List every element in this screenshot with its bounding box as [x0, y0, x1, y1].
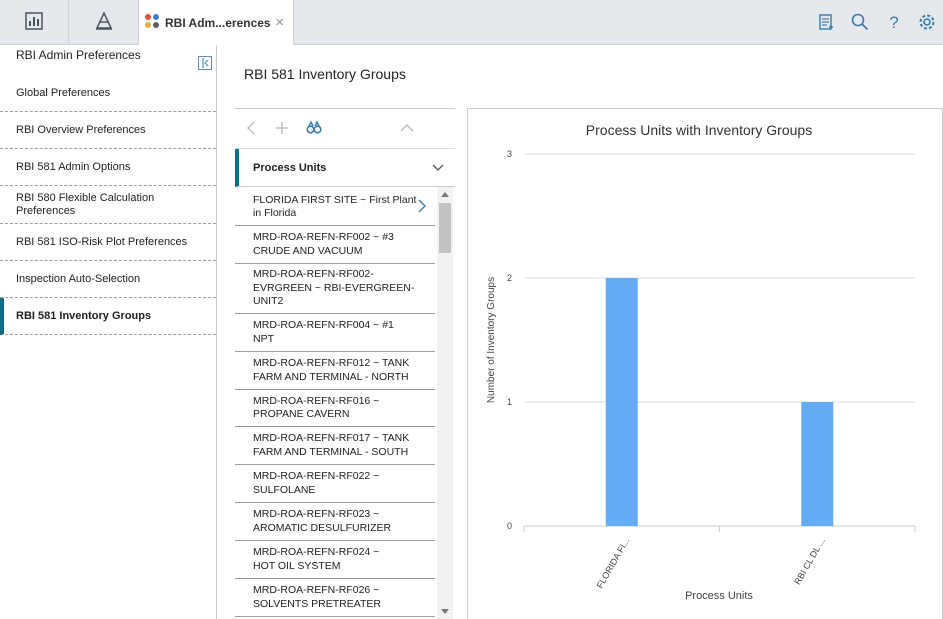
- bar-chart: Process Units with Inventory Groups 0 1 2 3 F…: [486, 122, 916, 602]
- dashboard-icon: [25, 12, 43, 33]
- top-bar: RBI Adm...erences × ?: [0, 0, 943, 45]
- x-tick-label: FLORIDA FI...: [595, 536, 632, 590]
- list-item-label: MRD-ROA-REFN-RF024 ~ HOT OIL SYSTEM: [253, 546, 380, 572]
- list-item-label: FLORIDA FIRST SITE ~ First Plant in Flor…: [253, 193, 417, 220]
- back-icon[interactable]: [245, 120, 257, 139]
- list-item[interactable]: MRD-ROA-REFN-RF024 ~ HOT OIL SYSTEM: [235, 541, 435, 579]
- y-tick-label: 3: [507, 149, 512, 159]
- nav-header-title: RBI Admin Preferences: [16, 48, 141, 62]
- process-units-header[interactable]: Process Units: [235, 149, 455, 187]
- collapse-icon[interactable]: [198, 56, 212, 70]
- list-item[interactable]: MRD-ROA-REFN-RF026 ~ SOLVENTS PRETREATER: [235, 579, 435, 617]
- list-item-label: MRD-ROA-REFN-RF002 ~ #3 CRUDE AND VACUUM: [253, 231, 394, 257]
- list-item-label: MRD-ROA-REFN-RF023 ~ AROMATIC DESULFURIZ…: [253, 508, 392, 534]
- help-icon[interactable]: ?: [884, 12, 904, 32]
- page-title: RBI 581 Inventory Groups: [244, 66, 406, 82]
- list-item-label: MRD-ROA-REFN-RF002-EVRGREEN ~ RBI-EVERGR…: [253, 268, 415, 308]
- chart-panel: Process Units with Inventory Groups 0 1 2 3 F…: [467, 108, 943, 619]
- nav-item-label: RBI 581 Admin Options: [16, 160, 131, 173]
- svg-text:?: ?: [889, 13, 898, 31]
- list-item[interactable]: MRD-ROA-REFN-RF016 ~ PROPANE CAVERN: [235, 390, 435, 427]
- bar: [605, 278, 638, 526]
- y-tick-label: 0: [507, 521, 512, 531]
- scroll-thumb[interactable]: [439, 203, 451, 253]
- list-item-label: MRD-ROA-REFN-RF026 ~ SOLVENTS PRETREATER: [253, 584, 381, 610]
- y-tick-label: 1: [507, 397, 512, 407]
- chevron-down-icon[interactable]: [431, 161, 445, 178]
- close-icon[interactable]: ×: [275, 14, 284, 31]
- app-tab-icon: [144, 13, 160, 32]
- list-item[interactable]: MRD-ROA-REFN-RF023 ~ AROMATIC DESULFURIZ…: [235, 503, 435, 541]
- list-item[interactable]: MRD-ROA-REFN-RF012 ~ TANK FARM AND TERMI…: [235, 352, 435, 390]
- bar: [801, 402, 834, 526]
- nav-header: RBI Admin Preferences: [0, 45, 216, 75]
- list-item-label: MRD-ROA-REFN-RF004 ~ #1 NPT: [253, 319, 394, 345]
- nav-item-label: Global Preferences: [16, 86, 111, 99]
- left-nav: RBI Admin Preferences Global Preferences…: [0, 45, 217, 619]
- list-header-label: Process Units: [253, 161, 327, 174]
- nav-item-global-preferences[interactable]: Global Preferences: [0, 75, 216, 112]
- nav-item-label: RBI 580 Flexible Calculation Preferences: [16, 191, 155, 217]
- nav-item-label: RBI 581 Inventory Groups: [16, 309, 152, 322]
- y-tick-label: 2: [507, 273, 512, 283]
- hierarchy-button[interactable]: [69, 0, 139, 45]
- chevron-right-icon[interactable]: [417, 198, 427, 219]
- nav-item-rbi-overview-preferences[interactable]: RBI Overview Preferences: [0, 112, 216, 149]
- list-item[interactable]: MRD-ROA-REFN-RF002 ~ #3 CRUDE AND VACUUM: [235, 226, 435, 264]
- list-item-label: MRD-ROA-REFN-RF012 ~ TANK FARM AND TERMI…: [253, 357, 410, 383]
- chevron-up-icon[interactable]: [399, 120, 415, 139]
- panel-gap: [455, 108, 467, 619]
- list-item-label: MRD-ROA-REFN-RF016 ~ PROPANE CAVERN: [253, 394, 380, 421]
- list-item-label: MRD-ROA-REFN-RF017 ~ TANK FARM AND TERMI…: [253, 432, 410, 458]
- list-item[interactable]: MRD-ROA-REFN-RF022 ~ SULFOLANE: [235, 465, 435, 503]
- nav-item-rbi-580-flexible-calculation[interactable]: RBI 580 Flexible Calculation Preferences: [0, 186, 216, 224]
- nav-item-label: RBI 581 ISO-Risk Plot Preferences: [16, 235, 188, 248]
- list-toolbar: [235, 109, 455, 149]
- y-axis-label: Number of Inventory Groups: [486, 277, 497, 403]
- binoculars-icon[interactable]: [306, 120, 322, 139]
- x-axis-label: Process Units: [685, 590, 753, 602]
- tab-rbi-admin-preferences[interactable]: RBI Adm...erences ×: [139, 0, 294, 45]
- nav-item-rbi-581-iso-risk-plot[interactable]: RBI 581 ISO-Risk Plot Preferences: [0, 224, 216, 261]
- notes-icon[interactable]: [816, 12, 836, 32]
- list-item-label: MRD-ROA-REFN-RF022 ~ SULFOLANE: [253, 470, 380, 496]
- add-icon[interactable]: [275, 120, 289, 139]
- nav-item-rbi-581-admin-options[interactable]: RBI 581 Admin Options: [0, 149, 216, 186]
- settings-icon[interactable]: [917, 12, 937, 32]
- chart-title: Process Units with Inventory Groups: [586, 122, 812, 138]
- nav-item-label: Inspection Auto-Selection: [16, 272, 141, 285]
- list-item[interactable]: MRD-ROA-REFN-RF017 ~ TANK FARM AND TERMI…: [235, 427, 435, 465]
- list-item[interactable]: FLORIDA FIRST SITE ~ First Plant in Flor…: [235, 189, 435, 226]
- list-item[interactable]: MRD-ROA-REFN-RF002-EVRGREEN ~ RBI-EVERGR…: [235, 264, 435, 314]
- list-scrollbar[interactable]: [437, 187, 453, 619]
- list-item[interactable]: MRD-ROA-REFN-RF004 ~ #1 NPT: [235, 314, 435, 352]
- hierarchy-icon: [94, 11, 114, 33]
- nav-item-inspection-auto-selection[interactable]: Inspection Auto-Selection: [0, 261, 216, 298]
- process-units-panel: Process Units FLORIDA FIRST SITE ~ First…: [235, 108, 455, 619]
- nav-item-label: RBI Overview Preferences: [16, 123, 146, 136]
- tab-label: RBI Adm...erences: [165, 15, 271, 30]
- dashboard-button[interactable]: [0, 0, 69, 45]
- nav-item-rbi-581-inventory-groups[interactable]: RBI 581 Inventory Groups: [0, 298, 216, 335]
- x-tick-label: RBI CL DL ...: [792, 536, 827, 586]
- search-icon[interactable]: [850, 12, 870, 32]
